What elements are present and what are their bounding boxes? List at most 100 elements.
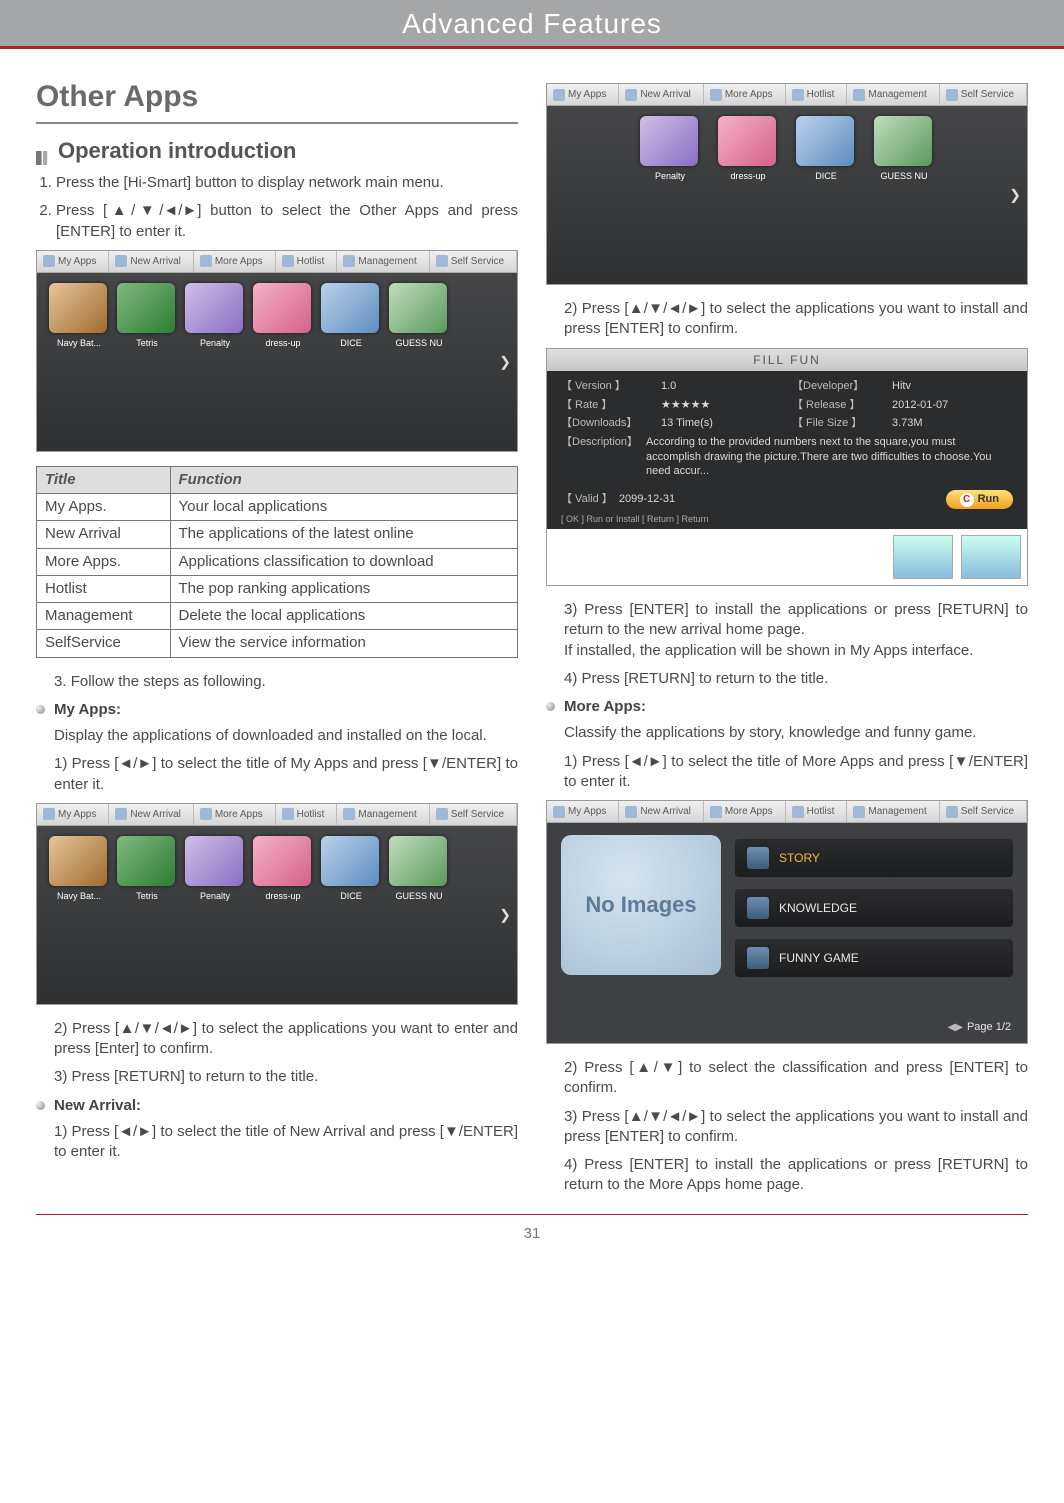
description-label: 【Description】 [561,435,638,478]
tab-moreapps[interactable]: More Apps [194,804,276,825]
tab-hotlist[interactable]: Hotlist [786,84,848,105]
tools-icon [853,806,865,818]
tab-myapps[interactable]: My Apps [547,801,619,822]
app-item[interactable]: GUESS NU [874,116,934,182]
grid-icon [43,255,55,267]
tab-management[interactable]: Management [847,801,939,822]
tab-selfservice[interactable]: Self Service [940,801,1027,822]
scroll-right-icon[interactable]: ❯ [499,352,511,371]
tab-management[interactable]: Management [337,251,429,272]
category-funnygame[interactable]: FUNNY GAME [735,939,1013,977]
release-value: 2012-01-07 [892,398,1013,413]
newarrival-step1: 1) Press [◄/►] to select the title of Ne… [36,1122,518,1163]
thumbnail [961,535,1021,579]
tab-selfservice[interactable]: Self Service [430,251,517,272]
myapps-step3: 3) Press [RETURN] to return to the title… [36,1067,518,1087]
tab-moreapps[interactable]: More Apps [704,801,786,822]
app-item[interactable]: dress-up [718,116,778,182]
app-item[interactable]: dress-up [253,836,313,902]
folder-icon [747,897,769,919]
page-counter: ◀▶Page 1/2 [948,1020,1011,1035]
myapps-desc: Display the applications of downloaded a… [36,726,518,746]
app-item[interactable]: Tetris [117,836,177,902]
th-func: Function [170,466,518,493]
app-item[interactable]: Tetris [117,283,177,349]
app-item[interactable]: DICE [321,283,381,349]
app-item[interactable]: DICE [796,116,856,182]
tab-hotlist[interactable]: Hotlist [276,804,338,825]
version-value: 1.0 [661,379,782,394]
rate-label: 【 Rate 】 [561,398,651,413]
app-icon [321,283,379,333]
service-icon [946,806,958,818]
app-icon [718,116,776,166]
function-table: TitleFunction My Apps.Your local applica… [36,466,518,658]
hot-icon [282,255,294,267]
table-row: HotlistThe pop ranking applications [37,575,518,602]
tab-myapps[interactable]: My Apps [547,84,619,105]
th-title: Title [37,466,171,493]
tab-moreapps[interactable]: More Apps [704,84,786,105]
app-item[interactable]: Penalty [640,116,700,182]
filesize-label: 【 File Size 】 [792,416,882,431]
tab-newarrival[interactable]: New Arrival [109,251,194,272]
app-item[interactable]: GUESS NU [389,836,449,902]
more-icon [200,255,212,267]
tab-hotlist[interactable]: Hotlist [276,251,338,272]
moreapps-step3: 3) Press [▲/▼/◄/►] to select the applica… [546,1107,1028,1148]
moreapps-desc: Classify the applications by story, know… [546,723,1028,743]
service-icon [946,89,958,101]
app-item[interactable]: dress-up [253,283,313,349]
tab-newarrival[interactable]: New Arrival [619,801,704,822]
category-knowledge[interactable]: KNOWLEDGE [735,889,1013,927]
myapps-step1: 1) Press [◄/►] to select the title of My… [36,754,518,795]
app-item[interactable]: DICE [321,836,381,902]
table-row: More Apps.Applications classification to… [37,548,518,575]
grid-icon [553,89,565,101]
downloads-label: 【Downloads】 [561,416,651,431]
tab-management[interactable]: Management [337,804,429,825]
app-icon [253,836,311,886]
category-story[interactable]: STORY [735,839,1013,877]
app-item[interactable]: Penalty [185,836,245,902]
scroll-right-icon[interactable]: ❯ [499,905,511,924]
version-label: 【 Version 】 [561,379,651,394]
developer-label: 【Developer】 [792,379,882,394]
moreapps-heading: More Apps: [546,697,1028,717]
app-icon [389,283,447,333]
more-icon [710,89,722,101]
table-row: SelfServiceView the service information [37,630,518,657]
tab-management[interactable]: Management [847,84,939,105]
scroll-right-icon[interactable]: ❯ [1009,186,1021,205]
app-item[interactable]: Navy Bat... [49,836,109,902]
moreapps-step4: 4) Press [ENTER] to install the applicat… [546,1155,1028,1196]
app-item[interactable]: Penalty [185,283,245,349]
rate-value: ★★★★★ [661,398,782,413]
screenshot-apps-grid-2: My Apps New Arrival More Apps Hotlist Ma… [36,803,518,1005]
tv-tabs: My Apps New Arrival More Apps Hotlist Ma… [37,251,517,273]
new-icon [115,255,127,267]
chevron-icon [36,143,50,157]
tab-newarrival[interactable]: New Arrival [619,84,704,105]
tools-icon [343,255,355,267]
tab-myapps[interactable]: My Apps [37,251,109,272]
app-item[interactable]: GUESS NU [389,283,449,349]
moreapps-step1: 1) Press [◄/►] to select the title of Mo… [546,752,1028,793]
content-columns: Other Apps Operation introduction Press … [0,49,1064,1214]
tab-hotlist[interactable]: Hotlist [786,801,848,822]
app-icon [117,836,175,886]
app-icon [49,283,107,333]
right-column: My Apps New Arrival More Apps Hotlist Ma… [546,77,1028,1204]
tab-newarrival[interactable]: New Arrival [109,804,194,825]
detail-title: FILL FUN [547,349,1027,371]
grid-icon [43,808,55,820]
app-item[interactable]: Navy Bat... [49,283,109,349]
tab-moreapps[interactable]: More Apps [194,251,276,272]
app-icon [389,836,447,886]
tab-myapps[interactable]: My Apps [37,804,109,825]
developer-value: Hitv [892,379,1013,394]
run-button[interactable]: CRun [946,490,1013,509]
tab-selfservice[interactable]: Self Service [430,804,517,825]
folder-icon [747,847,769,869]
tab-selfservice[interactable]: Self Service [940,84,1027,105]
